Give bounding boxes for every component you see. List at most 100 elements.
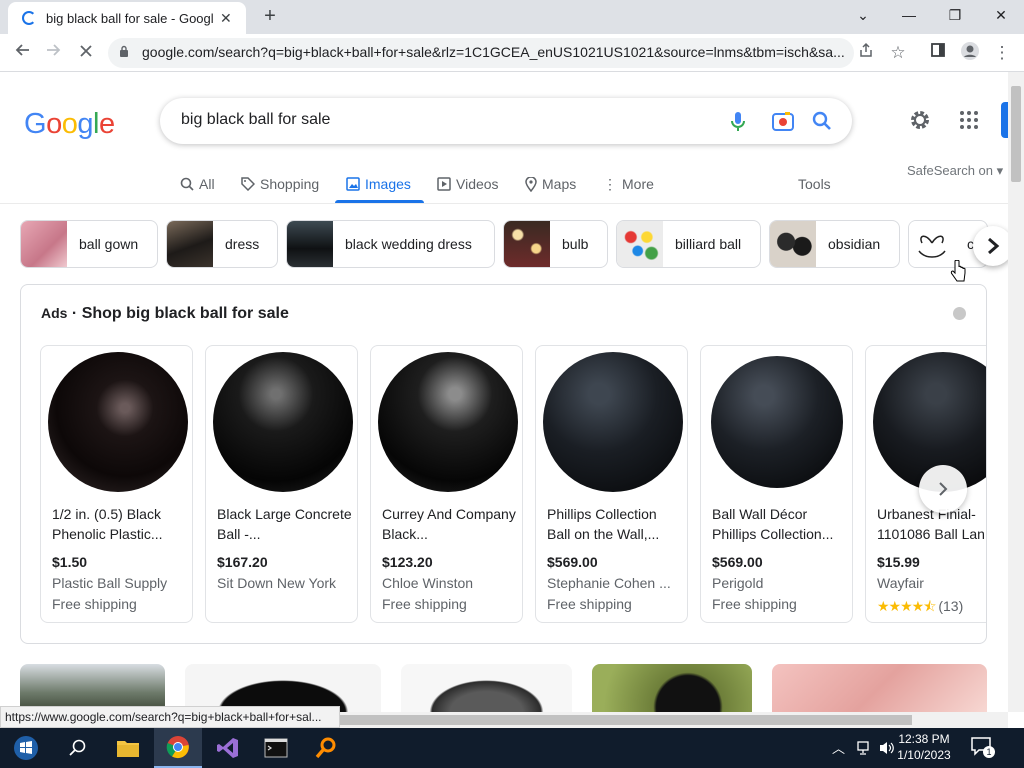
start-button[interactable]: [2, 728, 50, 768]
windows-logo-icon: [14, 736, 38, 760]
camera-lens-icon[interactable]: [772, 111, 794, 131]
product-price: $569.00: [547, 554, 598, 570]
minimize-button[interactable]: —: [886, 0, 932, 30]
search-taskbar-button[interactable]: [54, 728, 102, 768]
chrome-taskbar-button[interactable]: [154, 728, 202, 768]
chip-thumbnail: [167, 221, 213, 267]
image-result[interactable]: [592, 664, 752, 712]
gear-icon[interactable]: [908, 108, 932, 132]
product-card[interactable]: Ball Wall Décor Phillips Collection... $…: [700, 345, 853, 623]
chip-thumbnail: [770, 221, 816, 267]
share-button[interactable]: [854, 41, 878, 65]
product-name: Phillips Collection Ball on the Wall,...: [547, 506, 660, 542]
action-center-button[interactable]: 1: [970, 736, 1000, 760]
stop-button[interactable]: [74, 41, 98, 65]
product-card[interactable]: 1/2 in. (0.5) Black Phenolic Plastic... …: [40, 345, 193, 623]
tab-videos[interactable]: Videos: [437, 172, 499, 196]
share-icon: [860, 42, 872, 57]
related-chip[interactable]: dress: [166, 220, 278, 268]
tab-search-button[interactable]: ⌄: [840, 0, 886, 30]
close-icon: [80, 45, 92, 57]
chip-label: bulb: [562, 236, 589, 252]
address-bar[interactable]: google.com/search?q=big+black+ball+for+s…: [108, 38, 854, 68]
avatar-icon: [961, 42, 979, 60]
tab-label: All: [199, 176, 215, 192]
status-url-bubble: https://www.google.com/search?q=big+blac…: [0, 706, 340, 728]
bookmark-button[interactable]: ☆: [886, 41, 910, 65]
network-icon[interactable]: [856, 740, 874, 756]
chip-label: dress: [225, 236, 260, 252]
side-panel-button[interactable]: [926, 41, 950, 65]
related-chip[interactable]: obsidian: [769, 220, 900, 268]
microphone-icon[interactable]: [730, 111, 746, 133]
visual-studio-button[interactable]: [204, 728, 252, 768]
google-logo[interactable]: Google: [24, 108, 115, 141]
close-tab-icon[interactable]: ✕: [220, 10, 232, 27]
system-clock[interactable]: 12:38 PM 1/10/2023: [896, 731, 952, 763]
product-card[interactable]: Black Large Concrete Ball -... $167.20 S…: [205, 345, 358, 623]
chevron-up-icon[interactable]: ︿: [832, 738, 845, 757]
magnifier-icon: [315, 737, 336, 759]
related-chip[interactable]: black wedding dress: [286, 220, 495, 268]
shopping-ads-panel: Ads · Shop big black ball for sale 1/2 i…: [20, 284, 987, 644]
image-result[interactable]: [772, 664, 987, 712]
product-price: $569.00: [712, 554, 763, 570]
dots-vertical-icon: ⋮: [603, 175, 617, 192]
product-store: Plastic Ball Supply: [52, 575, 168, 591]
info-icon[interactable]: [953, 307, 966, 320]
logo-letter: G: [24, 108, 47, 140]
image-result[interactable]: [401, 664, 572, 712]
sign-in-button[interactable]: [1001, 102, 1008, 138]
profile-button[interactable]: [958, 41, 982, 65]
browser-tab[interactable]: big black ball for sale - Google S ✕: [8, 2, 246, 34]
chips-next-button[interactable]: [973, 226, 1008, 266]
play-icon: [437, 177, 451, 191]
hand-cursor-icon: [950, 260, 966, 282]
product-card[interactable]: Currey And Company Black... $123.20 Chlo…: [370, 345, 523, 623]
product-card[interactable]: Phillips Collection Ball on the Wall,...…: [535, 345, 688, 623]
tab-title: big black ball for sale - Google S: [46, 10, 214, 26]
new-tab-button[interactable]: +: [258, 5, 282, 29]
related-chip[interactable]: bulb: [503, 220, 608, 268]
safesearch-toggle[interactable]: SafeSearch on ▾: [907, 163, 1003, 179]
tab-images[interactable]: Images: [346, 172, 411, 196]
dots-vertical-icon: ⋮: [993, 43, 1011, 62]
related-chip[interactable]: ball gown: [20, 220, 158, 268]
back-button[interactable]: [10, 41, 34, 65]
product-price: $167.20: [217, 554, 268, 570]
close-window-button[interactable]: ✕: [978, 0, 1024, 30]
product-name: Ball Wall Décor Phillips Collection...: [712, 506, 834, 542]
restore-button[interactable]: ❐: [932, 0, 978, 30]
image-result[interactable]: [185, 664, 381, 712]
terminal-icon: [264, 738, 288, 758]
product-price: $1.50: [52, 554, 88, 570]
notification-count: 1: [983, 746, 995, 758]
apps-grid-icon[interactable]: [959, 110, 979, 130]
tools-button[interactable]: Tools: [798, 172, 831, 196]
products-next-button[interactable]: [919, 465, 967, 513]
search-box[interactable]: big black ball for sale: [160, 98, 852, 144]
terminal-button[interactable]: [252, 728, 300, 768]
image-result[interactable]: [20, 664, 165, 712]
tab-all[interactable]: All: [180, 172, 215, 196]
tab-shopping[interactable]: Shopping: [241, 172, 319, 196]
related-chip[interactable]: billiard ball: [616, 220, 761, 268]
search-input[interactable]: big black ball for sale: [181, 111, 330, 129]
tab-label: Maps: [542, 176, 577, 192]
forward-button[interactable]: [42, 41, 66, 65]
magnifier-app-button[interactable]: [302, 728, 350, 768]
chip-label: ball gown: [79, 236, 139, 252]
menu-button[interactable]: ⋮: [990, 41, 1014, 65]
scrollbar-thumb[interactable]: [1011, 86, 1021, 182]
bow-drawing: [918, 235, 946, 258]
file-explorer-button[interactable]: [104, 728, 152, 768]
rating-stars-icon: ★★★★⯪: [877, 598, 939, 614]
tab-maps[interactable]: Maps: [525, 172, 576, 196]
product-name: Black Large Concrete Ball -...: [217, 506, 352, 542]
search-icon[interactable]: [812, 111, 832, 131]
product-store: Sit Down New York: [217, 575, 337, 591]
vertical-scrollbar[interactable]: [1008, 72, 1024, 712]
product-image: [48, 352, 188, 492]
speaker-icon[interactable]: [878, 740, 896, 756]
tab-more[interactable]: ⋮ More: [603, 172, 654, 196]
